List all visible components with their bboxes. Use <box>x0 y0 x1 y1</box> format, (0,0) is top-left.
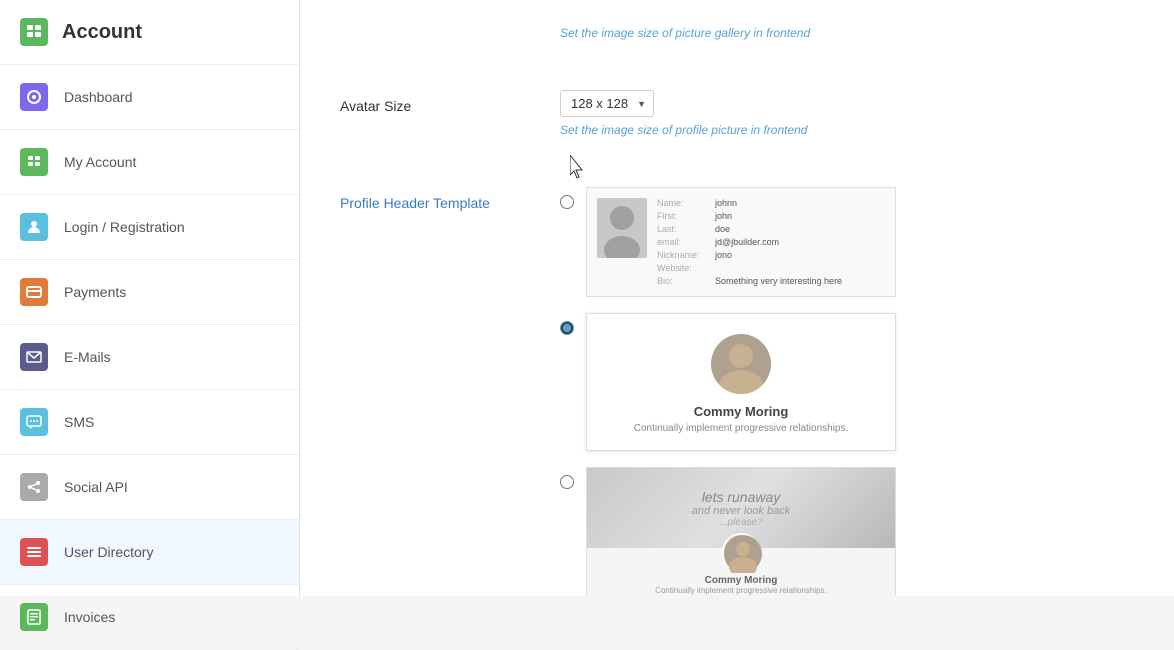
sidebar: Account Dashboard My Account <box>0 0 300 596</box>
template-3-avatar <box>722 533 760 571</box>
avatar-size-label: Avatar Size <box>340 90 560 114</box>
sidebar-item-payments[interactable]: Payments <box>0 260 299 325</box>
field-row-last: Last: doe <box>657 224 842 234</box>
template-2-userbio: Continually implement progressive relati… <box>634 423 849 434</box>
login-icon <box>20 213 48 241</box>
my-account-icon <box>20 148 48 176</box>
field-val-email: jd@jbuilder.com <box>715 237 779 247</box>
sidebar-item-login[interactable]: Login / Registration <box>0 195 299 260</box>
payments-label: Payments <box>64 284 126 300</box>
field-label-email: email: <box>657 237 709 247</box>
template-option-1: Name: johnn First: john Last: doe <box>560 187 1134 297</box>
field-row-nickname: Nickname: jono <box>657 250 842 260</box>
avatar-size-control: 32 x 32 64 x 64 128 x 128 256 x 256 Set … <box>560 90 1134 137</box>
template-3-username: Commy Moring <box>705 575 778 586</box>
template-1-radio[interactable] <box>560 195 574 209</box>
field-row-name: Name: johnn <box>657 198 842 208</box>
template-3-bottom: Commy Moring Continually implement progr… <box>587 548 895 596</box>
sidebar-item-emails[interactable]: E-Mails <box>0 325 299 390</box>
template-card-1: Name: johnn First: john Last: doe <box>586 187 896 297</box>
field-val-last: doe <box>715 224 730 234</box>
banner-line3: ...please? <box>692 517 790 528</box>
sidebar-item-dashboard[interactable]: Dashboard <box>0 65 299 130</box>
template-option-3: lets runaway and never look back ...plea… <box>560 467 1134 596</box>
field-val-nickname: jono <box>715 250 732 260</box>
profile-header-label: Profile Header Template <box>340 187 560 211</box>
template-2-username: Commy Moring <box>694 404 789 419</box>
profile-header-control: Name: johnn First: john Last: doe <box>560 187 1134 596</box>
field-label-first: First: <box>657 211 709 221</box>
avatar-size-hint: Set the image size of profile picture in… <box>560 123 1134 137</box>
account-header: Account <box>0 0 299 65</box>
field-row-website: Website: <box>657 263 842 273</box>
sidebar-item-invoices[interactable]: Invoices <box>0 585 299 650</box>
my-account-label: My Account <box>64 154 136 170</box>
gallery-hint-text: Set the image size of picture gallery in… <box>560 26 1134 40</box>
avatar-size-select-wrapper[interactable]: 32 x 32 64 x 64 128 x 128 256 x 256 <box>560 90 654 117</box>
sms-label: SMS <box>64 414 94 430</box>
avatar-size-select[interactable]: 32 x 32 64 x 64 128 x 128 256 x 256 <box>560 90 654 117</box>
field-label-last: Last: <box>657 224 709 234</box>
template-3-userbio: Continually implement progressive relati… <box>655 586 827 595</box>
field-label-website: Website: <box>657 263 709 273</box>
field-label-bio: Bio: <box>657 276 709 286</box>
field-val-name: johnn <box>715 198 737 208</box>
dashboard-label: Dashboard <box>64 89 133 105</box>
banner-text: lets runaway and never look back ...plea… <box>692 489 790 528</box>
avatar-size-row: Avatar Size 32 x 32 64 x 64 128 x 128 25… <box>340 90 1134 157</box>
field-val-bio: Something very interesting here <box>715 276 842 286</box>
template-card-3: lets runaway and never look back ...plea… <box>586 467 896 596</box>
template-2-avatar <box>711 334 771 394</box>
field-label-name: Name: <box>657 198 709 208</box>
template-1-avatar <box>597 198 647 258</box>
template-1-avatar-svg <box>597 198 647 258</box>
account-icon <box>20 18 48 46</box>
sidebar-item-social-api[interactable]: Social API <box>0 455 299 520</box>
sms-icon <box>20 408 48 436</box>
emails-label: E-Mails <box>64 349 111 365</box>
sidebar-item-user-directory[interactable]: User Directory <box>0 520 299 585</box>
template-2-radio[interactable] <box>560 321 574 335</box>
gallery-hint-row: Set the image size of picture gallery in… <box>340 20 1134 60</box>
field-row-email: email: jd@jbuilder.com <box>657 237 842 247</box>
profile-header-row: Profile Header Template <box>340 187 1134 596</box>
template-card-2: Commy Moring Continually implement progr… <box>586 313 896 451</box>
template-2-avatar-svg <box>711 334 771 394</box>
banner-line2: and never look back <box>692 505 790 517</box>
social-api-label: Social API <box>64 479 128 495</box>
banner-line1: lets runaway <box>692 489 790 505</box>
field-label-nickname: Nickname: <box>657 250 709 260</box>
field-val-first: john <box>715 211 732 221</box>
template-3-avatar-svg <box>724 535 762 573</box>
user-directory-icon <box>20 538 48 566</box>
login-label: Login / Registration <box>64 219 185 235</box>
social-api-icon <box>20 473 48 501</box>
template-option-2: Commy Moring Continually implement progr… <box>560 313 1134 451</box>
invoices-label: Invoices <box>64 609 115 625</box>
account-title: Account <box>62 21 142 44</box>
sidebar-item-my-account[interactable]: My Account <box>0 130 299 195</box>
field-row-bio: Bio: Something very interesting here <box>657 276 842 286</box>
gallery-hint-control: Set the image size of picture gallery in… <box>560 20 1134 40</box>
template-options: Name: johnn First: john Last: doe <box>560 187 1134 596</box>
field-row-first: First: john <box>657 211 842 221</box>
main-content: Set the image size of picture gallery in… <box>300 0 1174 596</box>
emails-icon <box>20 343 48 371</box>
user-directory-label: User Directory <box>64 544 153 560</box>
template-3-radio[interactable] <box>560 475 574 489</box>
invoices-icon <box>20 603 48 631</box>
payments-icon <box>20 278 48 306</box>
sidebar-item-sms[interactable]: SMS <box>0 390 299 455</box>
template-1-fields: Name: johnn First: john Last: doe <box>657 198 842 286</box>
dashboard-icon <box>20 83 48 111</box>
gallery-label-empty <box>340 20 560 28</box>
